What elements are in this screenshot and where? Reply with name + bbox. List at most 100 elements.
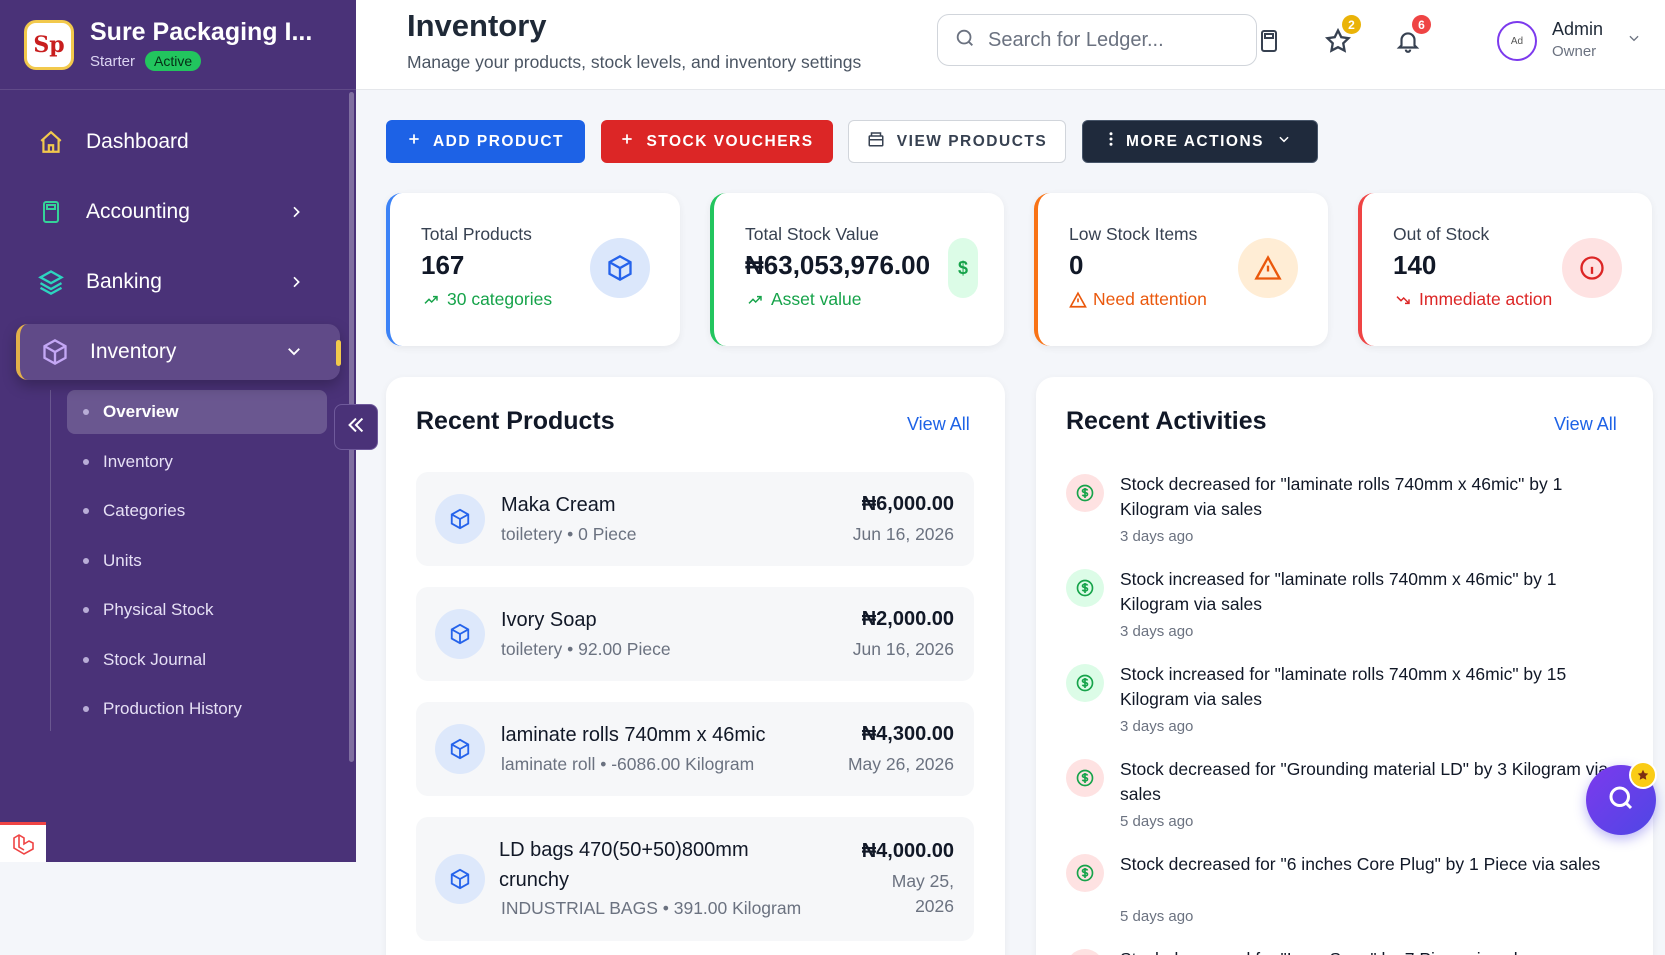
dollar-circle-icon (1066, 569, 1104, 607)
trending-up-icon (424, 295, 438, 304)
submenu-item-categories[interactable]: Categories (67, 489, 327, 533)
trending-up-icon (748, 295, 762, 304)
submenu-label: Overview (103, 402, 179, 421)
cube-icon (435, 724, 485, 774)
avatar[interactable]: Ad (1497, 21, 1537, 61)
user-name[interactable]: Admin (1552, 19, 1603, 40)
product-name: Maka Cream (501, 494, 616, 516)
user-role: Owner (1552, 43, 1597, 60)
view-all-activities-link[interactable]: View All (1554, 414, 1617, 435)
recent-activities-panel: Recent Activities View All Stock decreas… (1036, 377, 1653, 955)
favorites-count-badge: 2 (1342, 15, 1361, 34)
notifications-button[interactable]: 6 (1391, 15, 1431, 58)
sidebar-item-label: Accounting (86, 200, 190, 223)
dollar-circle-icon (1066, 949, 1104, 955)
brand-header: Sp Sure Packaging I... Starter Active (0, 0, 356, 90)
layers-icon (36, 267, 66, 297)
stat-footer-text: Need attention (1093, 289, 1207, 309)
product-item[interactable]: Maka Cream toiletery • 0 Piece ₦6,000.00… (416, 472, 974, 566)
button-label: ADD PRODUCT (432, 132, 565, 150)
submenu-item-overview[interactable]: Overview (67, 390, 327, 434)
view-all-products-link[interactable]: View All (907, 414, 970, 435)
sidebar-item-label: Inventory (90, 340, 177, 363)
product-name: laminate rolls 740mm x 46mic (501, 724, 766, 746)
submenu-label: Units (103, 550, 142, 570)
stat-value: ₦63,053,976.00 (745, 250, 931, 280)
calculator-button[interactable] (1252, 24, 1286, 58)
product-meta: INDUSTRIAL BAGS • 391.00 Kilogram (501, 898, 802, 918)
stat-footer: Need attention (1069, 289, 1207, 310)
sidebar-collapse-button[interactable] (334, 404, 378, 450)
cube-icon (590, 238, 650, 298)
stock-vouchers-button[interactable]: STOCK VOUCHERS (601, 120, 833, 163)
stat-value: 167 (421, 250, 465, 280)
debugbar-icon[interactable] (0, 822, 46, 862)
sidebar-nav: Dashboard Accounting Banking Inventory O… (0, 90, 356, 731)
inventory-submenu: Overview Inventory Categories Units Phys… (50, 390, 356, 731)
bullet-icon (83, 656, 89, 663)
search-icon (954, 27, 976, 54)
activity-text: Stock decreased for "laminate rolls 740m… (1120, 474, 1563, 519)
bullet-icon (83, 409, 89, 415)
recent-products-panel: Recent Products View All Maka Cream toil… (386, 377, 1005, 955)
product-price: ₦4,300.00 (861, 723, 954, 745)
submenu-item-stock-journal[interactable]: Stock Journal (67, 638, 327, 682)
sidebar-item-accounting[interactable]: Accounting (16, 184, 340, 240)
more-actions-button[interactable]: MORE ACTIONS (1082, 120, 1318, 163)
stat-footer-text: Immediate action (1419, 289, 1553, 309)
view-products-button[interactable]: VIEW PRODUCTS (848, 120, 1066, 163)
stat-card-total-products: Total Products 167 30 categories (386, 193, 680, 346)
top-header: Inventory Manage your products, stock le… (356, 0, 1665, 90)
submenu-item-inventory[interactable]: Inventory (67, 440, 327, 484)
stat-card-low-stock: Low Stock Items 0 Need attention (1034, 193, 1328, 346)
chevron-down-icon (1276, 132, 1292, 151)
product-item[interactable]: LD bags 470(50+50)800mm crunchy INDUSTRI… (416, 817, 974, 941)
archive-icon (867, 130, 885, 153)
sidebar-item-inventory[interactable]: Inventory (16, 324, 341, 380)
chevron-down-icon (284, 342, 304, 366)
submenu-label: Categories (103, 501, 186, 520)
product-price: ₦6,000.00 (861, 493, 954, 515)
dollar-circle-icon (1066, 474, 1104, 512)
bullet-icon (83, 508, 89, 514)
product-price: ₦4,000.00 (861, 840, 954, 862)
bullet-icon (83, 706, 89, 712)
chevron-right-icon (288, 272, 304, 298)
dollar-icon: $ (948, 238, 978, 298)
cube-icon (435, 494, 485, 544)
product-price: ₦2,000.00 (861, 608, 954, 630)
submenu-item-units[interactable]: Units (67, 539, 327, 583)
submenu-item-physical-stock[interactable]: Physical Stock (67, 588, 327, 632)
chevrons-left-icon (345, 414, 367, 441)
bullet-icon (83, 557, 89, 564)
company-name[interactable]: Sure Packaging I... (90, 18, 312, 47)
favorites-button[interactable]: 2 (1321, 15, 1361, 58)
warning-icon (1069, 291, 1087, 308)
product-item[interactable]: Ivory Soap toiletery • 92.00 Piece ₦2,00… (416, 587, 974, 681)
add-product-button[interactable]: ADD PRODUCT (386, 120, 585, 163)
bullet-icon (83, 458, 89, 465)
stat-value: 0 (1069, 250, 1084, 280)
submenu-label: Stock Journal (103, 649, 206, 669)
alert-circle-icon (1562, 238, 1622, 298)
sidebar-item-banking[interactable]: Banking (16, 254, 340, 310)
activity-time: 3 days ago (1120, 718, 1194, 735)
panel-title: Recent Activities (1066, 407, 1267, 435)
search-input[interactable] (988, 28, 1238, 52)
plus-icon (620, 132, 634, 151)
stat-label: Total Products (421, 224, 532, 244)
activity-time: 5 days ago (1120, 813, 1194, 830)
stat-label: Out of Stock (1393, 224, 1490, 244)
chevron-down-icon[interactable] (1626, 31, 1642, 50)
activity-text: Stock decreased for "6 inches Core Plug"… (1120, 854, 1601, 874)
stat-footer: 30 categories (421, 289, 552, 310)
product-item[interactable]: laminate rolls 740mm x 46mic laminate ro… (416, 702, 974, 796)
star-badge-icon (1629, 761, 1657, 789)
submenu-label: Inventory (103, 451, 173, 471)
submenu-item-production-history[interactable]: Production History (67, 687, 327, 731)
stat-card-total-stock-value: Total Stock Value ₦63,053,976.00 Asset v… (710, 193, 1004, 346)
sidebar-item-dashboard[interactable]: Dashboard (16, 114, 340, 170)
button-label: MORE ACTIONS (1126, 132, 1264, 150)
cube-icon (435, 854, 485, 904)
dollar-circle-icon (1066, 664, 1104, 702)
